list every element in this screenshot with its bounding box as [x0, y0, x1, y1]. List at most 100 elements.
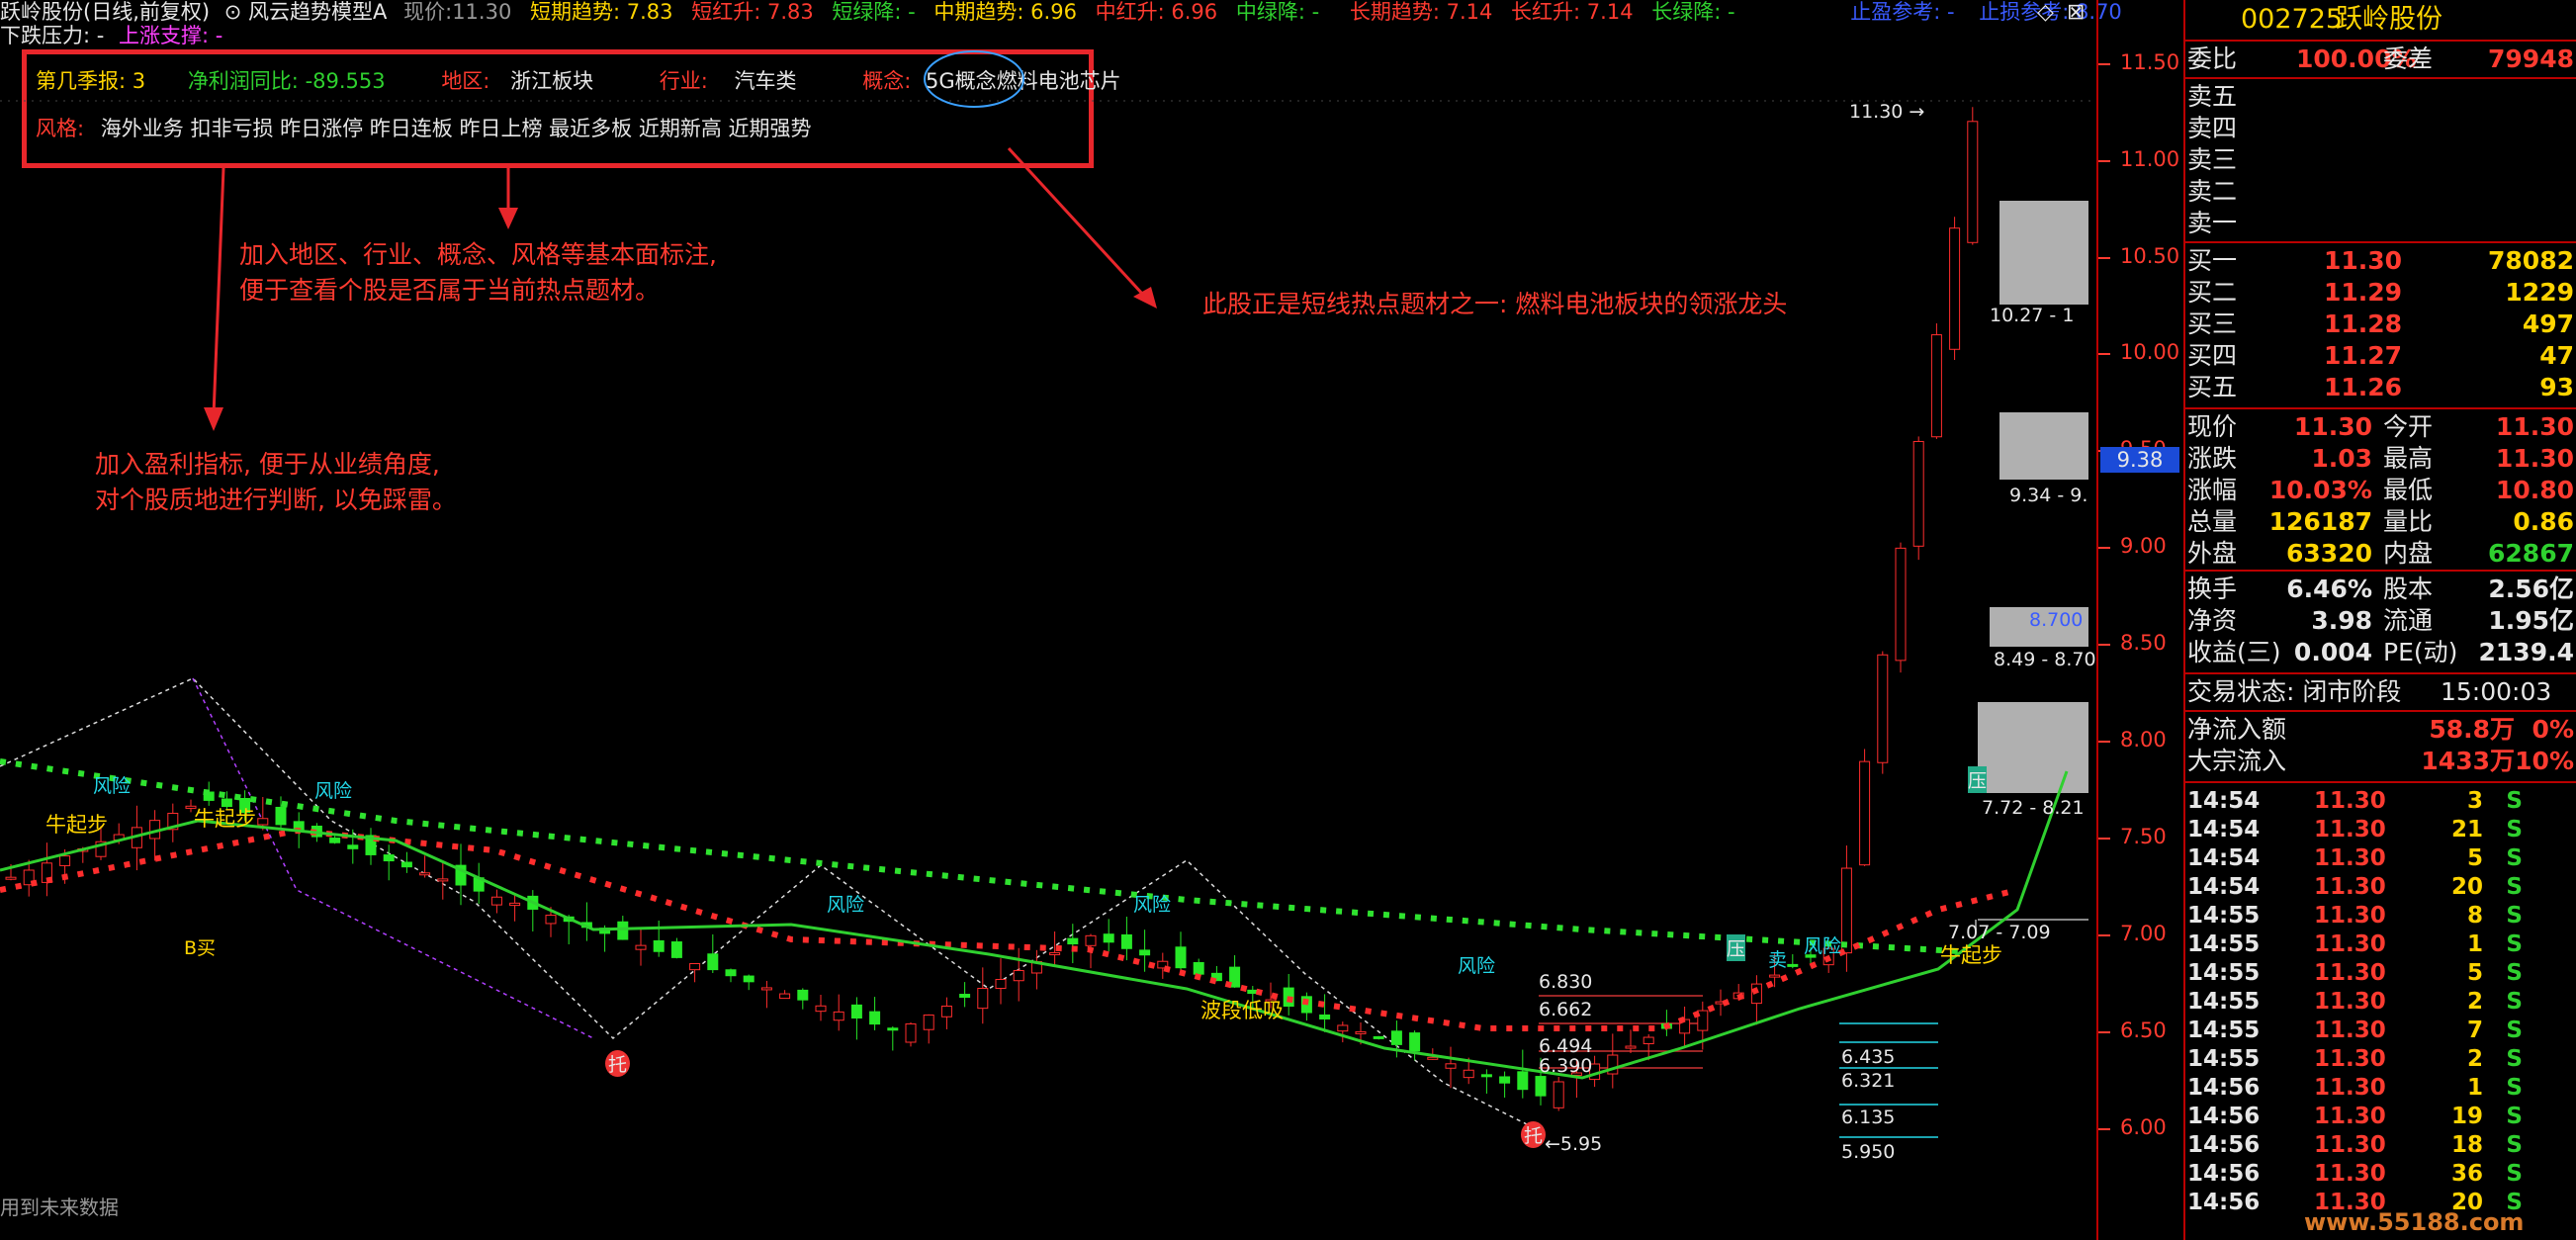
candle[interactable] [490, 896, 502, 906]
sell-label: 卖 [1768, 949, 1788, 971]
candle[interactable] [815, 1005, 827, 1013]
candle[interactable] [5, 876, 17, 880]
candle[interactable] [850, 1004, 862, 1019]
fundamental-stat-row: 净资 3.98 流通 1.95亿 [2187, 606, 2574, 635]
candle[interactable] [1445, 1063, 1457, 1069]
flow-row: 净流入额 58.8万 0% [2187, 715, 2574, 744]
zone-range: 8.700 [2029, 609, 2084, 631]
candle[interactable] [59, 855, 71, 866]
candle[interactable] [419, 872, 431, 876]
candle[interactable] [833, 1011, 844, 1021]
candle[interactable] [1930, 334, 1942, 438]
candle[interactable] [1319, 1014, 1331, 1019]
candle[interactable] [1535, 1076, 1547, 1097]
arrow-head [204, 407, 223, 431]
candle[interactable] [905, 1022, 917, 1043]
candle[interactable] [275, 806, 287, 826]
candle[interactable] [725, 969, 737, 977]
candle[interactable] [670, 941, 682, 958]
candle[interactable] [1895, 547, 1907, 662]
candle[interactable] [995, 979, 1007, 990]
candle[interactable] [635, 944, 647, 950]
candle[interactable] [1480, 1074, 1492, 1078]
candle[interactable] [1499, 1076, 1511, 1084]
candle[interactable] [1373, 1035, 1384, 1039]
candle[interactable] [1139, 949, 1151, 956]
candle[interactable] [1390, 1030, 1402, 1045]
candle[interactable] [545, 915, 557, 925]
candle[interactable] [1085, 934, 1097, 946]
candle[interactable] [1912, 440, 1924, 547]
band-low-buy-label: 波段低吸 [1200, 999, 1284, 1022]
candle[interactable] [743, 975, 755, 983]
kline-chart[interactable]: 跃岭股份(日线,前复权) ⊙ 风云趋势模型A 现价:11.30 短期趋势: 7.… [0, 0, 2122, 1240]
candle[interactable] [509, 902, 521, 907]
candle[interactable] [653, 939, 665, 952]
candle[interactable] [959, 994, 971, 998]
candle[interactable] [977, 987, 989, 1010]
tick-trade-row: 14:55 11.30 7 S [2187, 1018, 2523, 1043]
candle[interactable] [347, 844, 359, 849]
candle[interactable] [1103, 933, 1114, 943]
candle[interactable] [617, 921, 629, 940]
tick-trade-row: 14:56 11.30 1 S [2187, 1075, 2523, 1101]
candle[interactable] [1517, 1071, 1529, 1091]
concept-highlight-ellipse [924, 50, 1024, 108]
risk-label: 风险 [93, 775, 132, 797]
pressure-label: 压 [1727, 934, 1746, 961]
tick-trade-row: 14:54 11.30 5 S [2187, 845, 2523, 871]
candle[interactable] [1949, 227, 1961, 350]
candle[interactable] [1193, 961, 1204, 975]
candle[interactable] [1049, 952, 1061, 956]
flow-row: 大宗流入 1433万 10% [2187, 747, 2574, 775]
candle[interactable] [1840, 867, 1852, 954]
trade-status-row: 交易状态: 闭市阶段 15:00:03 [2187, 677, 2552, 706]
candle[interactable] [779, 993, 791, 1000]
price-tick: 10.50 [2120, 244, 2180, 268]
zone-range: 9.34 - 9. [2009, 485, 2088, 506]
candle[interactable] [1553, 1081, 1564, 1108]
candle[interactable] [760, 987, 772, 991]
candle[interactable] [1769, 974, 1781, 978]
quote-stat-row: 现价 11.30 今开 11.30 [2187, 412, 2574, 441]
b-buy-label: B买 [184, 937, 217, 959]
candle[interactable] [1120, 933, 1132, 949]
candle[interactable] [1625, 1045, 1637, 1049]
candle[interactable] [707, 953, 719, 971]
fib-level: 5.950 [1841, 1141, 1896, 1163]
quote-stat-row: 涨跌 1.03 最高 11.30 [2187, 444, 2574, 473]
candle[interactable] [1967, 121, 1979, 243]
candle[interactable] [437, 878, 449, 882]
candle[interactable] [383, 854, 395, 862]
candle[interactable] [923, 1014, 934, 1030]
candle[interactable] [797, 989, 809, 1001]
candle[interactable] [1067, 937, 1079, 945]
tick-mark [2098, 353, 2110, 355]
candle[interactable] [1409, 1032, 1421, 1052]
candle[interactable] [1427, 1056, 1439, 1060]
price-axis[interactable]: 11.5011.0010.5010.009.509.008.508.007.50… [2096, 0, 2185, 1240]
candle[interactable] [940, 1005, 952, 1018]
candle[interactable] [1355, 1030, 1367, 1034]
candle[interactable] [329, 838, 341, 843]
candle[interactable] [887, 1027, 899, 1031]
candle[interactable] [1175, 946, 1187, 969]
candle[interactable] [1877, 654, 1889, 763]
zone-box [1999, 201, 2088, 305]
candle[interactable] [1463, 1069, 1474, 1079]
bull-start-label: 牛起步 [1940, 943, 2002, 967]
candle[interactable] [1643, 1036, 1654, 1045]
price-tick: 8.50 [2120, 631, 2167, 655]
candle[interactable] [869, 1011, 881, 1025]
price-tick: 7.50 [2120, 825, 2167, 848]
candle[interactable] [689, 962, 701, 971]
candle[interactable] [400, 861, 412, 868]
tick-trade-row: 14:56 11.30 18 S [2187, 1132, 2523, 1158]
candle[interactable] [1787, 963, 1799, 967]
candle[interactable] [1859, 760, 1871, 866]
candle[interactable] [1337, 1024, 1349, 1032]
ask-row: 卖二 [2187, 177, 2238, 206]
candle[interactable] [1013, 970, 1024, 982]
pressure-label: 压 [1968, 766, 1988, 793]
candle[interactable] [257, 818, 269, 826]
